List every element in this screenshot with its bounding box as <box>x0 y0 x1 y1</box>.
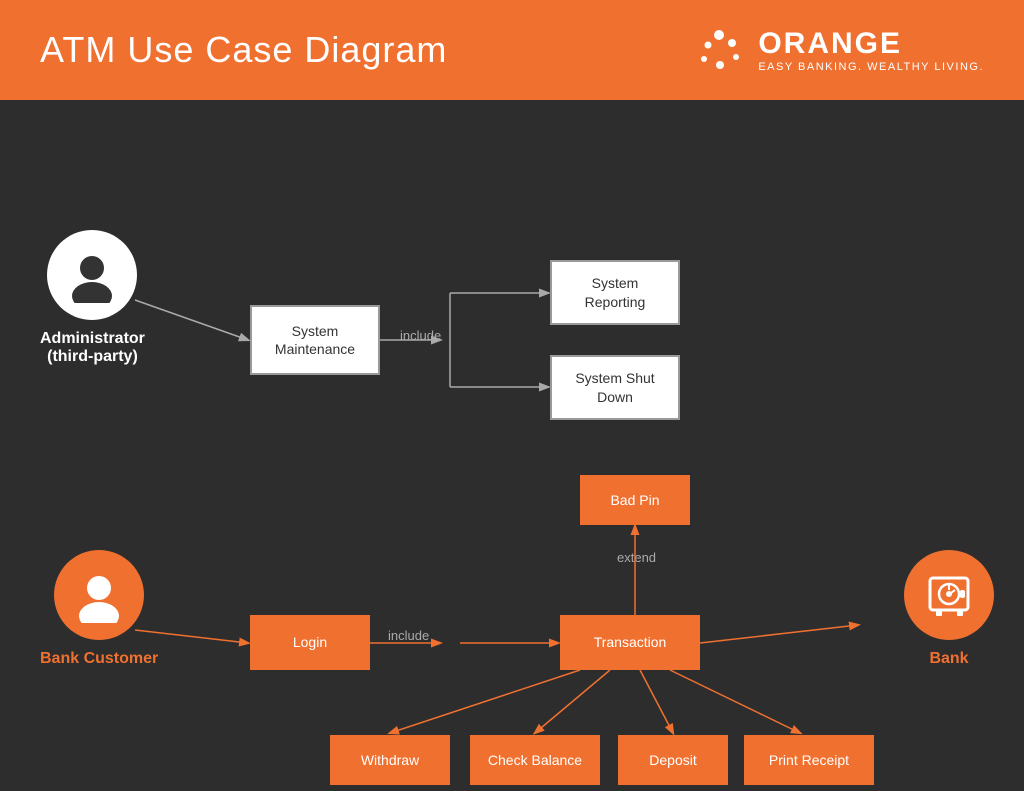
bad-pin-box: Bad Pin <box>580 475 690 525</box>
bank-customer-actor: Bank Customer <box>40 550 158 668</box>
include2-label: include <box>388 628 429 643</box>
logo-name: ORANGE <box>758 27 984 61</box>
system-shutdown-box: System Shut Down <box>550 355 680 420</box>
bank-customer-label: Bank Customer <box>40 650 158 668</box>
bank-avatar <box>904 550 994 640</box>
bank-actor: Bank <box>904 550 994 668</box>
withdraw-box: Withdraw <box>330 735 450 785</box>
logo-area: ORANGE EASY BANKING. WEALTHY LIVING. <box>694 25 984 75</box>
administrator-label: Administrator(third-party) <box>40 330 145 366</box>
page-title: ATM Use Case Diagram <box>40 29 447 71</box>
extend-label: extend <box>617 550 656 565</box>
administrator-actor: Administrator(third-party) <box>40 230 145 366</box>
print-receipt-box: Print Receipt <box>744 735 874 785</box>
diagram-area: Administrator(third-party) System Mainte… <box>0 100 1024 791</box>
check-balance-box: Check Balance <box>470 735 600 785</box>
logo-tagline: EASY BANKING. WEALTHY LIVING. <box>758 61 984 73</box>
diagram-arrows <box>0 100 1024 791</box>
include1-label: include <box>400 328 441 343</box>
deposit-box: Deposit <box>618 735 728 785</box>
login-box: Login <box>250 615 370 670</box>
logo-text: ORANGE EASY BANKING. WEALTHY LIVING. <box>758 27 984 73</box>
transaction-box: Transaction <box>560 615 700 670</box>
system-maintenance-box: System Maintenance <box>250 305 380 375</box>
bank-label: Bank <box>929 650 968 668</box>
administrator-avatar <box>47 230 137 320</box>
header: ATM Use Case Diagram ORANGE EASY BANKING… <box>0 0 1024 100</box>
logo-icon <box>694 25 744 75</box>
system-reporting-box: System Reporting <box>550 260 680 325</box>
bank-customer-avatar <box>54 550 144 640</box>
